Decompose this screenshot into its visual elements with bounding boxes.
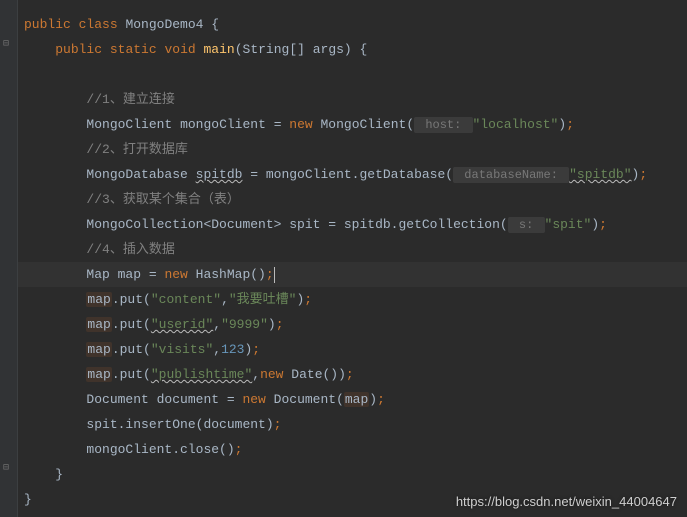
code-line: //2、打开数据库 [24, 137, 687, 162]
code-line: MongoDatabase spitdb = mongoClient.getDa… [24, 162, 687, 187]
code-line: //3、获取某个集合（表） [24, 187, 687, 212]
text-cursor [274, 267, 275, 283]
code-line: MongoCollection<Document> spit = spitdb.… [24, 212, 687, 237]
code-line: Map map = new HashMap(); [24, 262, 687, 287]
code-line: //1、建立连接 [24, 87, 687, 112]
code-line: map.put("content","我要吐槽"); [24, 287, 687, 312]
code-line: public class MongoDemo4 { [24, 12, 687, 37]
code-line: spit.insertOne(document); [24, 412, 687, 437]
code-line [24, 62, 687, 87]
code-line: } [24, 462, 687, 487]
fold-icon[interactable]: ⊟ [3, 464, 13, 474]
parameter-hint: host: [414, 117, 472, 133]
code-line: map.put("publishtime",new Date()); [24, 362, 687, 387]
parameter-hint: databaseName: [453, 167, 569, 183]
editor-gutter: ⊟ ⊟ [0, 0, 18, 517]
code-line: map.put("visits",123); [24, 337, 687, 362]
code-line: //4、插入数据 [24, 237, 687, 262]
parameter-hint: s: [508, 217, 545, 233]
code-line: public static void main(String[] args) { [24, 37, 687, 62]
code-line: MongoClient mongoClient = new MongoClien… [24, 112, 687, 137]
fold-icon[interactable]: ⊟ [3, 40, 13, 50]
code-editor[interactable]: public class MongoDemo4 { public static … [18, 0, 687, 512]
code-line: Document document = new Document(map); [24, 387, 687, 412]
code-line: mongoClient.close(); [24, 437, 687, 462]
code-line: map.put("userid","9999"); [24, 312, 687, 337]
watermark-text: https://blog.csdn.net/weixin_44004647 [456, 494, 677, 509]
